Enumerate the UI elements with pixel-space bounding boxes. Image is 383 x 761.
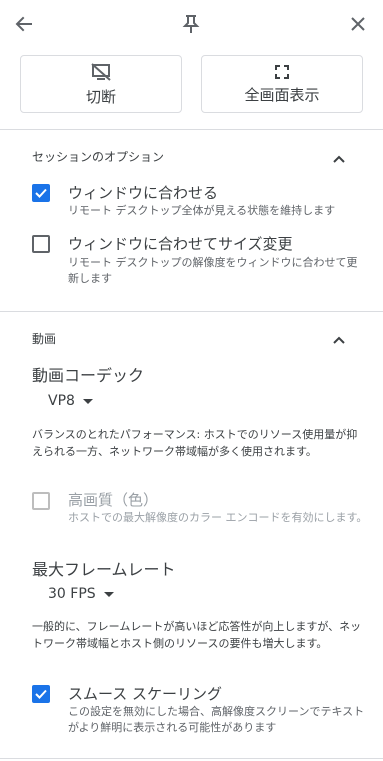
chevron-up-icon: [333, 155, 345, 163]
chevron-up-icon: [333, 336, 345, 344]
back-button[interactable]: [8, 8, 40, 40]
codec-value: VP8: [48, 393, 75, 409]
check-icon: [35, 188, 47, 198]
fullscreen-button[interactable]: 全画面表示: [201, 55, 363, 113]
resize-to-fit-checkbox[interactable]: [32, 235, 50, 253]
codec-select[interactable]: VP8: [48, 393, 93, 409]
close-button[interactable]: [342, 8, 374, 40]
panel-header: [0, 0, 383, 48]
codec-description: バランスのとれたパフォーマンス: ホストでのリソース使用量が抑えられる一方、ネッ…: [32, 428, 358, 458]
fit-window-description: リモート デスクトップ全体が見える状態を維持します: [68, 204, 336, 217]
dropdown-arrow-icon: [103, 591, 114, 597]
fit-window-checkbox[interactable]: [32, 184, 50, 202]
smooth-scaling-description: この設定を無効にした場合、高解像度スクリーンでテキストがより鮮明に表示される可能…: [68, 705, 365, 734]
high-quality-label: 高画質（色）: [68, 491, 159, 509]
fullscreen-label: 全画面表示: [244, 85, 320, 104]
disconnect-button[interactable]: 切断: [20, 55, 182, 113]
pin-button[interactable]: [175, 8, 207, 40]
high-quality-checkbox: [32, 492, 50, 510]
session-options-title: セッションのオプション: [32, 150, 165, 164]
fit-window-label: ウィンドウに合わせる: [68, 184, 219, 202]
framerate-description: 一般的に、フレームレートが高いほど応答性が向上しますが、ネットワーク帯域幅とホス…: [32, 620, 362, 650]
smooth-scaling-checkbox[interactable]: [32, 685, 50, 703]
framerate-value: 30 FPS: [48, 586, 96, 602]
divider: [0, 758, 383, 759]
high-quality-description: ホストでの最大解像度のカラー エンコードを有効にします。: [68, 511, 368, 524]
divider: [0, 129, 383, 130]
fullscreen-icon: [275, 64, 289, 79]
video-collapse-button[interactable]: [330, 331, 348, 349]
arrow-left-icon: [15, 16, 32, 32]
video-section-title: 動画: [32, 332, 57, 346]
session-options-collapse-button[interactable]: [330, 150, 348, 168]
divider: [0, 311, 383, 312]
disconnect-label: 切断: [85, 87, 116, 106]
check-icon: [35, 689, 47, 699]
framerate-select[interactable]: 30 FPS: [48, 586, 114, 602]
close-icon: [351, 17, 365, 31]
framerate-label: 最大フレームレート: [32, 560, 176, 579]
pin-icon: [182, 15, 200, 33]
resize-to-fit-description: リモート デスクトップの解像度をウィンドウに合わせて更新します: [68, 256, 358, 285]
resize-to-fit-label: ウィンドウに合わせてサイズ変更: [68, 235, 293, 253]
dropdown-arrow-icon: [82, 398, 93, 404]
screen-off-icon: [91, 62, 111, 81]
codec-label: 動画コーデック: [32, 366, 145, 385]
smooth-scaling-label: スムース スケーリング: [68, 685, 223, 703]
